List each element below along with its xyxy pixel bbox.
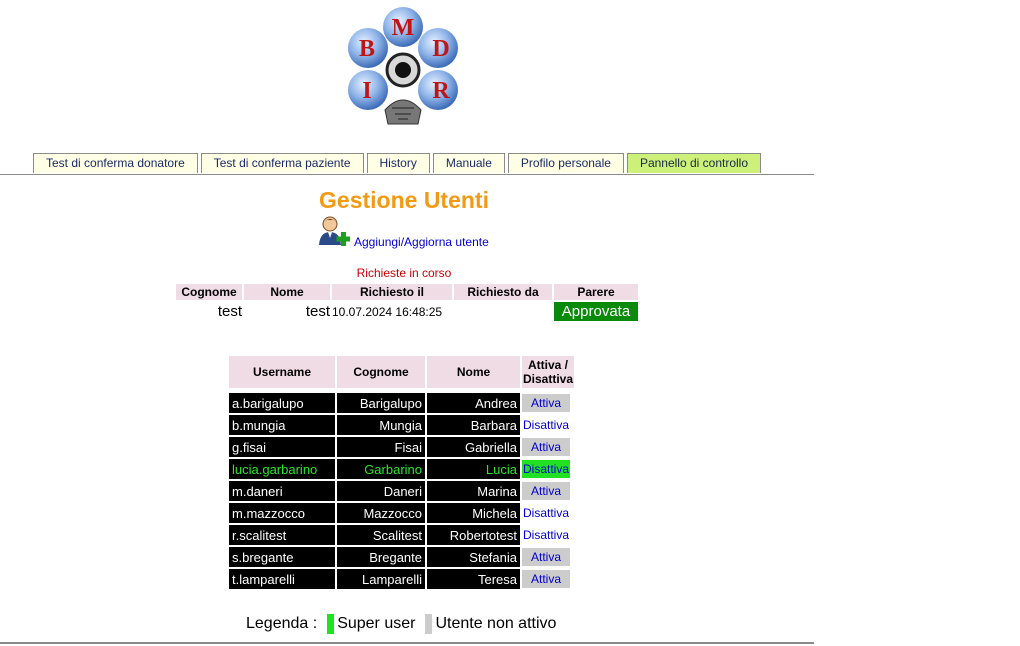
legend-super-user-swatch (327, 614, 335, 634)
user-row: m.daneri Daneri Marina Attiva (229, 481, 574, 501)
tab-test-conferma-paziente[interactable]: Test di conferma paziente (200, 153, 364, 173)
user-username: m.mazzocco (229, 503, 335, 523)
user-row: t.lamparelli Lamparelli Teresa Attiva (229, 569, 574, 589)
user-nome: Barbara (427, 415, 520, 435)
requests-header-parere: Parere (554, 284, 638, 300)
user-nome: Andrea (427, 393, 520, 413)
deactivate-user-link[interactable]: Disattiva (522, 460, 571, 478)
user-row: m.mazzocco Mazzocco Michela Disattiva (229, 503, 574, 523)
request-cognome: test (217, 303, 242, 320)
tab-profilo-personale[interactable]: Profilo personale (507, 153, 624, 173)
user-row: b.mungia Mungia Barbara Disattiva (229, 415, 574, 435)
user-nome: Lucia (427, 459, 520, 479)
tab-manuale[interactable]: Manuale (432, 153, 505, 173)
bmdr-logo: M D R I B (348, 7, 458, 125)
user-username: r.scalitest (229, 525, 335, 545)
user-action-cell: Attiva (522, 393, 574, 413)
user-action-cell: Disattiva (522, 503, 574, 523)
legend-inactive-user-swatch (425, 614, 433, 634)
user-username: b.mungia (229, 415, 335, 435)
user-nome: Stefania (427, 547, 520, 567)
user-row: lucia.garbarino Garbarino Lucia Disattiva (229, 459, 574, 479)
user-action-cell: Attiva (522, 547, 574, 567)
tab-history[interactable]: History (366, 153, 430, 173)
deactivate-user-link[interactable]: Disattiva (522, 504, 570, 522)
requests-header-richiesto-il: Richiesto il (332, 284, 452, 300)
add-user-link[interactable]: Aggiungi/Aggiorna utente (354, 235, 489, 249)
request-richiesto-da (454, 302, 552, 321)
user-username: t.lamparelli (229, 569, 335, 589)
user-action-cell: Disattiva (522, 459, 574, 479)
legend: Legenda : Super user Utente non attivo (246, 614, 556, 634)
user-cognome: Scalitest (337, 525, 425, 545)
user-cognome: Daneri (337, 481, 425, 501)
user-action-cell: Attiva (522, 481, 574, 501)
user-username: m.daneri (229, 481, 335, 501)
user-row: a.barigalupo Barigalupo Andrea Attiva (229, 393, 574, 413)
add-user-icon[interactable] (318, 215, 350, 247)
tab-pannello-di-controllo[interactable]: Pannello di controllo (626, 153, 762, 173)
user-nome: Marina (427, 481, 520, 501)
user-username: s.bregante (229, 547, 335, 567)
users-header-attiva-disattiva: Attiva / Disattiva (522, 356, 574, 388)
user-row: r.scalitest Scalitest Robertotest Disattiva (229, 525, 574, 545)
user-cognome: Garbarino (337, 459, 425, 479)
request-richiesto-il: 10.07.2024 16:48:25 (332, 304, 443, 319)
user-action-cell: Disattiva (522, 415, 574, 435)
user-row: s.bregante Bregante Stefania Attiva (229, 547, 574, 567)
tab-test-conferma-donatore[interactable]: Test di conferma donatore (33, 153, 198, 173)
svg-text:I: I (362, 78, 371, 104)
legend-label: Legenda : (246, 615, 318, 632)
activate-user-link[interactable]: Attiva (522, 482, 570, 500)
user-cognome: Bregante (337, 547, 425, 567)
users-header-nome: Nome (427, 356, 520, 388)
activate-user-link[interactable]: Attiva (522, 548, 570, 566)
page-title: Gestione Utenti (319, 187, 489, 213)
deactivate-user-link[interactable]: Disattiva (522, 416, 570, 434)
tab-divider (0, 174, 814, 175)
activate-user-link[interactable]: Attiva (522, 570, 570, 588)
user-cognome: Lamparelli (337, 569, 425, 589)
user-row: g.fisai Fisai Gabriella Attiva (229, 437, 574, 457)
add-user-link-group[interactable]: Aggiungi/Aggiorna utente (318, 215, 489, 249)
users-table: Username Cognome Nome Attiva / Disattiva… (227, 354, 576, 591)
user-username: lucia.garbarino (229, 459, 335, 479)
user-cognome: Barigalupo (337, 393, 425, 413)
user-cognome: Mungia (337, 415, 425, 435)
users-header-cognome: Cognome (337, 356, 425, 388)
users-header-username: Username (229, 356, 335, 388)
main-nav-tabs: Test di conferma donatore Test di confer… (33, 153, 762, 174)
activate-user-link[interactable]: Attiva (522, 394, 570, 412)
approved-status-badge: Approvata (554, 302, 638, 321)
user-nome: Teresa (427, 569, 520, 589)
user-cognome: Fisai (337, 437, 425, 457)
svg-text:R: R (432, 78, 450, 104)
user-cognome: Mazzocco (337, 503, 425, 523)
requests-header-cognome: Cognome (176, 284, 242, 300)
svg-text:B: B (359, 36, 375, 62)
request-row: test test 10.07.2024 16:48:25 Approvata (176, 302, 638, 321)
user-action-cell: Disattiva (522, 525, 574, 545)
user-nome: Robertotest (427, 525, 520, 545)
user-action-cell: Attiva (522, 437, 574, 457)
svg-text:D: D (432, 36, 449, 62)
request-nome: test (305, 303, 330, 320)
activate-user-link[interactable]: Attiva (522, 438, 570, 456)
user-action-cell: Attiva (522, 569, 574, 589)
user-username: a.barigalupo (229, 393, 335, 413)
requests-table: Cognome Nome Richiesto il Richiesto da P… (174, 282, 640, 323)
bottom-divider (0, 642, 814, 644)
request-parere-cell: Approvata (554, 302, 638, 321)
requests-header-richiesto-da: Richiesto da (454, 284, 552, 300)
user-nome: Gabriella (427, 437, 520, 457)
requests-header-nome: Nome (244, 284, 330, 300)
legend-super-user-label: Super user (337, 615, 416, 632)
user-username: g.fisai (229, 437, 335, 457)
user-nome: Michela (427, 503, 520, 523)
svg-text:M: M (392, 15, 415, 41)
deactivate-user-link[interactable]: Disattiva (522, 526, 570, 544)
requests-caption: Richieste in corso (356, 266, 452, 280)
legend-inactive-user-label: Utente non attivo (435, 615, 557, 632)
